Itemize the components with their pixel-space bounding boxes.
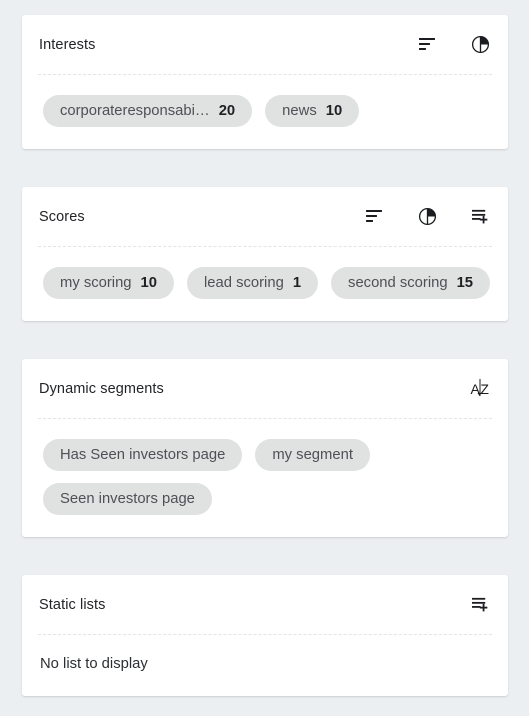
- segment-chip[interactable]: Has Seen investors page: [43, 439, 243, 471]
- scores-chip-list: my scoring 10 lead scoring 1 second scor…: [39, 247, 491, 321]
- static-lists-card-title: Static lists: [39, 596, 106, 613]
- scores-card-actions: [363, 206, 491, 228]
- score-chip-value: 15: [456, 275, 474, 291]
- static-lists-card-header: Static lists: [39, 575, 491, 634]
- segment-chip[interactable]: Seen investors page: [43, 483, 212, 515]
- add-static-list-button[interactable]: [469, 594, 491, 616]
- interest-chip[interactable]: news 10: [265, 95, 360, 127]
- score-chip-label: my scoring: [60, 275, 132, 291]
- dynamic-segments-card-header: Dynamic segments AZ: [39, 359, 491, 418]
- sort-segments-alpha-button[interactable]: AZ: [469, 378, 491, 400]
- score-chip[interactable]: second scoring 15: [331, 267, 491, 299]
- sort-alpha-icon: AZ: [471, 378, 490, 397]
- sort-icon: [419, 38, 435, 51]
- pie-chart-icon: [418, 207, 436, 226]
- sort-scores-button[interactable]: [363, 206, 385, 228]
- sort-interests-button[interactable]: [416, 34, 438, 56]
- sort-alpha-z: Z: [480, 380, 490, 397]
- dynamic-segments-card-actions: AZ: [469, 378, 491, 400]
- sort-icon: [366, 210, 382, 223]
- segment-chip-label: Has Seen investors page: [60, 447, 226, 463]
- list-plus-icon: [471, 597, 487, 612]
- dynamic-segments-card: Dynamic segments AZ Has Seen investors p…: [22, 359, 508, 537]
- interest-chip-value: 20: [218, 103, 236, 119]
- score-chip[interactable]: lead scoring 1: [187, 267, 319, 299]
- interests-card-header: Interests: [39, 15, 491, 74]
- interests-card-actions: [416, 34, 491, 56]
- contact-details-panel: Interests corporateresponsabi… 20 news 1…: [0, 0, 529, 716]
- interests-card-title: Interests: [39, 36, 96, 53]
- segment-chip[interactable]: my segment: [255, 439, 370, 471]
- add-score-button[interactable]: [469, 206, 491, 228]
- score-chip-label: lead scoring: [204, 275, 284, 291]
- segment-chip-label: Seen investors page: [60, 491, 195, 507]
- scores-card: Scores my scoring 10 lead scoring 1 seco…: [22, 187, 508, 321]
- chart-interests-button[interactable]: [469, 34, 491, 56]
- interest-chip-value: 10: [325, 103, 343, 119]
- dynamic-segments-chip-list: Has Seen investors page my segment Seen …: [39, 419, 491, 537]
- scores-card-title: Scores: [39, 208, 85, 225]
- interest-chip[interactable]: corporateresponsabi… 20: [43, 95, 253, 127]
- pie-chart-icon: [471, 35, 489, 54]
- static-lists-card: Static lists No list to display: [22, 575, 508, 696]
- score-chip-label: second scoring: [348, 275, 448, 291]
- segment-chip-label: my segment: [272, 447, 353, 463]
- chart-scores-button[interactable]: [416, 206, 438, 228]
- score-chip-value: 10: [140, 275, 158, 291]
- interest-chip-label: corporateresponsabi…: [60, 103, 210, 119]
- static-lists-empty-message: No list to display: [40, 656, 148, 672]
- scores-card-header: Scores: [39, 187, 491, 246]
- list-plus-icon: [471, 209, 487, 224]
- score-chip-value: 1: [292, 275, 302, 291]
- dynamic-segments-card-title: Dynamic segments: [39, 380, 164, 397]
- interests-chip-list: corporateresponsabi… 20 news 10: [39, 75, 491, 149]
- static-lists-card-actions: [469, 594, 491, 616]
- interest-chip-label: news: [282, 103, 317, 119]
- interests-card: Interests corporateresponsabi… 20 news 1…: [22, 15, 508, 149]
- score-chip[interactable]: my scoring 10: [43, 267, 175, 299]
